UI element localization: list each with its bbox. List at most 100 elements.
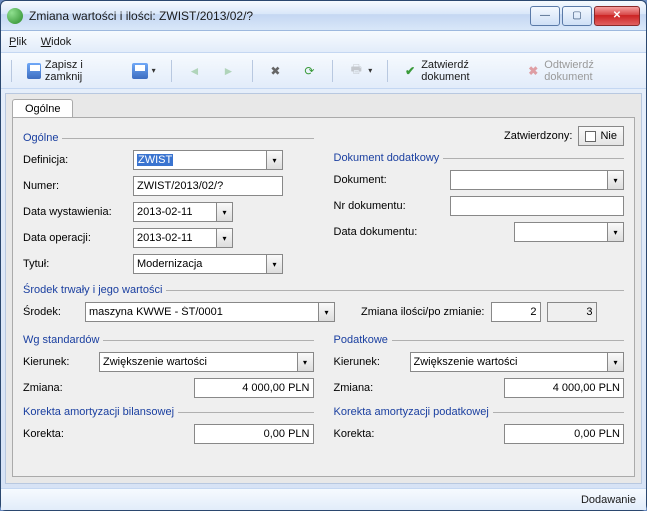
approved-label: Zatwierdzony: <box>504 130 572 142</box>
kierunek-pod-select[interactable]: Zwiększenie wartości ▾ <box>410 352 625 372</box>
dropdown-caret-icon: ▾ <box>607 171 623 189</box>
dropdown-caret-icon: ▾ <box>216 229 232 247</box>
definicja-label: Definicja: <box>23 154 127 166</box>
numer-input[interactable] <box>133 176 283 196</box>
data-operacji-label: Data operacji: <box>23 232 127 244</box>
group-srodek-title: Środek trwały i jego wartości <box>23 284 162 296</box>
kierunek-pod-value: Zwiększenie wartości <box>414 356 606 368</box>
red-x-icon: ✖ <box>526 63 540 79</box>
korekta-bil-input[interactable] <box>194 424 314 444</box>
definicja-value: ZWIST <box>137 154 173 166</box>
tools-button[interactable]: ✖ <box>260 58 290 84</box>
datadok-picker[interactable]: ▾ <box>514 222 624 242</box>
menu-plik[interactable]: Plik <box>9 36 27 48</box>
refresh-button[interactable]: ⟳ <box>294 58 324 84</box>
group-korpod-title: Korekta amortyzacji podatkowej <box>334 406 489 418</box>
dokument-label: Dokument: <box>334 174 444 186</box>
group-dokdod-title: Dokument dodatkowy <box>334 152 440 164</box>
panel-ogolne: Zatwierdzony: Nie Ogólne Definicja: ZWIS <box>12 117 635 477</box>
approved-toggle[interactable]: Nie <box>578 126 624 146</box>
print-button[interactable]: 🖶 ▾ <box>341 58 379 84</box>
srodek-value: maszyna KWWE - ŚT/0001 <box>89 306 316 318</box>
zmiana-pod-label: Zmiana: <box>334 382 404 394</box>
tytul-label: Tytuł: <box>23 258 127 270</box>
approve-doc-button[interactable]: ✔ Zatwierdź dokument <box>396 58 515 84</box>
tytul-select[interactable]: Modernizacja ▾ <box>133 254 283 274</box>
zmiana-std-label: Zmiana: <box>23 382 93 394</box>
save-close-label: Zapisz i zamknij <box>45 59 114 83</box>
numer-label: Numer: <box>23 180 127 192</box>
korekta-bil-label: Korekta: <box>23 428 93 440</box>
checkbox-icon <box>585 131 596 142</box>
datadok-label: Data dokumentu: <box>334 226 444 238</box>
refresh-icon: ⟳ <box>301 63 317 79</box>
save-icon <box>27 63 41 79</box>
nrdok-input[interactable] <box>450 196 625 216</box>
save-icon <box>132 63 148 79</box>
nrdok-label: Nr dokumentu: <box>334 200 444 212</box>
dropdown-caret-icon: ▾ <box>368 66 372 75</box>
zmiana-ilosci-input[interactable] <box>491 302 541 322</box>
arrow-right-icon: ► <box>221 63 237 79</box>
group-wgstand-title: Wg standardów <box>23 334 99 346</box>
arrow-left-icon: ◄ <box>187 63 203 79</box>
dropdown-caret-icon: ▾ <box>266 151 282 169</box>
close-button[interactable]: ✕ <box>594 6 640 26</box>
dropdown-caret-icon: ▾ <box>266 255 282 273</box>
app-icon <box>7 8 23 24</box>
save-close-button[interactable]: Zapisz i zamknij <box>20 58 121 84</box>
srodek-label: Środek: <box>23 306 79 318</box>
data-operacji-value: 2013-02-11 <box>137 232 214 244</box>
zmiana-std-input[interactable] <box>194 378 314 398</box>
korekta-pod-input[interactable] <box>504 424 624 444</box>
kierunek-std-label: Kierunek: <box>23 356 93 368</box>
data-wystawienia-picker[interactable]: 2013-02-11 ▾ <box>133 202 233 222</box>
print-icon: 🖶 <box>348 63 364 79</box>
titlebar[interactable]: Zmiana wartości i ilości: ZWIST/2013/02/… <box>1 1 646 31</box>
maximize-button[interactable]: ▢ <box>562 6 592 26</box>
window-title: Zmiana wartości i ilości: ZWIST/2013/02/… <box>29 9 530 23</box>
approved-field: Zatwierdzony: Nie <box>504 126 624 146</box>
dropdown-caret-icon: ▾ <box>318 303 334 321</box>
kierunek-pod-label: Kierunek: <box>334 356 404 368</box>
status-text: Dodawanie <box>581 494 636 506</box>
client-area: Ogólne Zatwierdzony: Nie Ogólne Definicj <box>5 93 642 484</box>
tools-icon: ✖ <box>267 63 283 79</box>
data-operacji-picker[interactable]: 2013-02-11 ▾ <box>133 228 233 248</box>
group-korbil-title: Korekta amortyzacji bilansowej <box>23 406 174 418</box>
app-window: Zmiana wartości i ilości: ZWIST/2013/02/… <box>0 0 647 511</box>
definicja-select[interactable]: ZWIST ▾ <box>133 150 283 170</box>
tabstrip: Ogólne <box>6 94 641 117</box>
nav-back-button[interactable]: ◄ <box>180 58 210 84</box>
tab-ogolne[interactable]: Ogólne <box>12 99 73 118</box>
statusbar: Dodawanie <box>1 488 646 510</box>
kierunek-std-value: Zwiększenie wartości <box>103 356 295 368</box>
approve-doc-label: Zatwierdź dokument <box>421 59 508 83</box>
dokument-select[interactable]: ▾ <box>450 170 625 190</box>
save-button[interactable]: ▾ <box>125 58 163 84</box>
srodek-select[interactable]: maszyna KWWE - ŚT/0001 ▾ <box>85 302 335 322</box>
dropdown-caret-icon: ▾ <box>216 203 232 221</box>
dropdown-caret-icon: ▾ <box>607 223 623 241</box>
minimize-button[interactable]: — <box>530 6 560 26</box>
window-buttons: — ▢ ✕ <box>530 6 640 26</box>
menubar: Plik Widok <box>1 31 646 53</box>
unapprove-doc-button[interactable]: ✖ Odtwierdź dokument <box>519 58 640 84</box>
approved-value: Nie <box>600 130 617 142</box>
zmiana-pod-input[interactable] <box>504 378 624 398</box>
toolbar: Zapisz i zamknij ▾ ◄ ► ✖ ⟳ 🖶 ▾ ✔ Zatwier… <box>1 53 646 89</box>
po-zmianie-output <box>547 302 597 322</box>
menu-widok[interactable]: Widok <box>41 36 72 48</box>
data-wystawienia-label: Data wystawienia: <box>23 206 127 218</box>
kierunek-std-select[interactable]: Zwiększenie wartości ▾ <box>99 352 314 372</box>
nav-forward-button[interactable]: ► <box>214 58 244 84</box>
data-wystawienia-value: 2013-02-11 <box>137 206 214 218</box>
group-podatkowe-title: Podatkowe <box>334 334 388 346</box>
dropdown-caret-icon: ▾ <box>297 353 313 371</box>
dropdown-caret-icon: ▾ <box>152 66 156 75</box>
zmiana-ilosci-label: Zmiana ilości/po zmianie: <box>361 306 485 318</box>
group-ogolne-title: Ogólne <box>23 132 58 144</box>
tytul-value: Modernizacja <box>137 258 264 270</box>
korekta-pod-label: Korekta: <box>334 428 404 440</box>
dropdown-caret-icon: ▾ <box>607 353 623 371</box>
